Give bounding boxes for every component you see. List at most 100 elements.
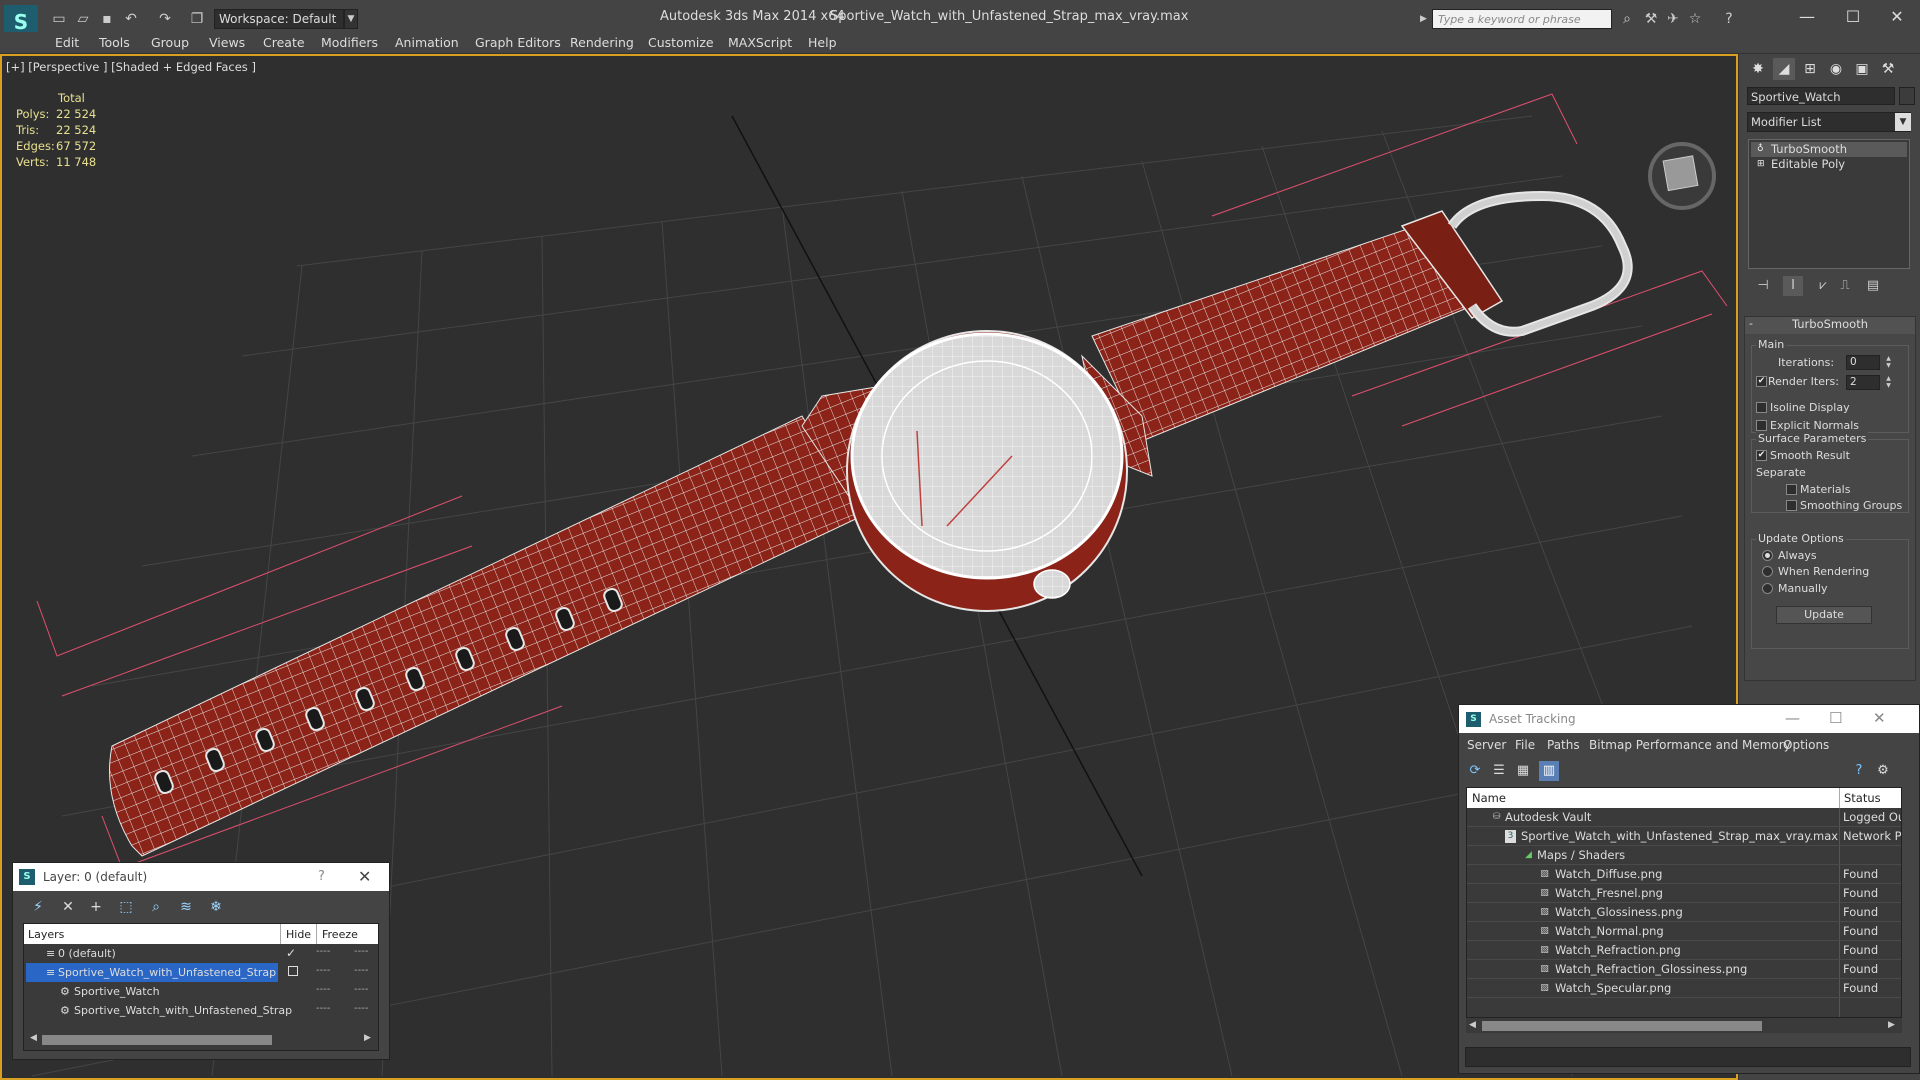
menu-graph-editors[interactable]: Graph Editors	[475, 35, 561, 50]
create-layer-icon[interactable]: ⚡	[27, 897, 49, 917]
refresh-icon[interactable]: ⟳	[1465, 761, 1485, 781]
make-unique-icon[interactable]: ⩗	[1813, 276, 1833, 296]
favorites-star-icon[interactable]: ☆	[1684, 9, 1706, 29]
collapse-icon[interactable]: -	[1749, 317, 1753, 330]
menu-customize[interactable]: Customize	[648, 35, 714, 50]
lightbulb-icon[interactable]: ♁	[1757, 144, 1766, 154]
asset-row[interactable]: 3 Sportive_Watch_with_Unfastened_Strap_m…	[1467, 827, 1901, 846]
isoline-display-checkbox[interactable]	[1756, 402, 1767, 413]
save-file-icon[interactable]: ▪	[96, 9, 118, 29]
layer-row[interactable]: ≡ Sportive_Watch_with_Unfastened_Strap -…	[24, 963, 378, 982]
maximize-icon[interactable]: ☐	[1830, 3, 1876, 31]
chevron-down-icon[interactable]: ▼	[1895, 113, 1911, 131]
when-rendering-radio[interactable]	[1762, 566, 1773, 577]
smooth-result-checkbox[interactable]: ✔	[1756, 450, 1767, 461]
scroll-left-icon[interactable]: ◀	[1469, 1020, 1476, 1030]
highlight-layer-icon[interactable]: ⌕	[145, 897, 167, 917]
rollout-header[interactable]: - TurboSmooth	[1745, 317, 1915, 334]
current-layer-box[interactable]	[288, 966, 298, 976]
asset-row[interactable]: ▧ Watch_Fresnel.png Found	[1467, 884, 1901, 903]
asset-row[interactable]: ▧ Watch_Refraction.png Found	[1467, 941, 1901, 960]
col-freeze[interactable]: Freeze	[322, 928, 358, 941]
communication-icon[interactable]: ✈	[1662, 9, 1684, 29]
layer-row[interactable]: ≡ 0 (default) ✓ ---- ----	[24, 944, 378, 963]
new-file-icon[interactable]: ▭	[48, 9, 70, 29]
scrollbar-thumb[interactable]	[1482, 1021, 1762, 1031]
scroll-right-icon[interactable]: ▶	[364, 1033, 371, 1043]
smoothing-groups-checkbox[interactable]	[1786, 500, 1797, 511]
menu-rendering[interactable]: Rendering	[570, 35, 634, 50]
col-name[interactable]: Name	[1472, 791, 1506, 805]
object-color-swatch[interactable]	[1899, 87, 1915, 105]
asset-row[interactable]: ▧ Watch_Specular.png Found	[1467, 979, 1901, 998]
delete-layer-icon[interactable]: ✕	[57, 897, 79, 917]
asset-menu-bitmap[interactable]: Bitmap Performance and Memory	[1589, 738, 1791, 752]
settings-icon[interactable]: ⚙	[1873, 761, 1893, 781]
always-radio[interactable]	[1762, 550, 1773, 561]
asset-row[interactable]: ⛁ Autodesk Vault Logged Out	[1467, 808, 1901, 827]
menu-maxscript[interactable]: MAXScript	[728, 35, 792, 50]
active-layer-check-icon[interactable]: ✓	[286, 946, 296, 960]
viewport-label[interactable]: [+] [Perspective ] [Shaded + Edged Faces…	[6, 60, 256, 74]
close-icon[interactable]: ✕	[1874, 3, 1920, 31]
open-file-icon[interactable]: ▱	[72, 9, 94, 29]
subscription-icon[interactable]: ⚒	[1640, 9, 1662, 29]
redo-icon[interactable]: ↷	[154, 9, 176, 29]
help-icon[interactable]: ?	[1718, 9, 1740, 29]
search-input[interactable]: Type a keyword or phrase	[1432, 9, 1612, 29]
display-tab-icon[interactable]: ▣	[1851, 58, 1873, 80]
pin-stack-icon[interactable]: ⊣	[1753, 276, 1773, 296]
object-name-field[interactable]: Sportive_Watch	[1747, 87, 1895, 105]
help-icon[interactable]: ?	[1849, 761, 1869, 781]
help-icon[interactable]: ?	[318, 869, 325, 884]
asset-row[interactable]: ▧ Watch_Normal.png Found	[1467, 922, 1901, 941]
col-hide[interactable]: Hide	[286, 928, 311, 941]
materials-checkbox[interactable]	[1786, 484, 1797, 495]
search-expand-icon[interactable]: ▶	[1420, 9, 1432, 29]
workspace-dropdown-arrow-icon[interactable]: ▼	[344, 9, 358, 29]
asset-menu-paths[interactable]: Paths	[1547, 738, 1580, 752]
create-tab-icon[interactable]: ✸	[1747, 58, 1769, 80]
spinner-arrows-icon[interactable]: ▲ ▼	[1884, 355, 1893, 370]
asset-menu-file[interactable]: File	[1515, 738, 1535, 752]
menu-help[interactable]: Help	[808, 35, 837, 50]
render-iters-checkbox[interactable]: ✔	[1756, 376, 1767, 387]
explicit-normals-checkbox[interactable]	[1756, 420, 1767, 431]
motion-tab-icon[interactable]: ◉	[1825, 58, 1847, 80]
menu-views[interactable]: Views	[209, 35, 245, 50]
modify-tab-icon[interactable]: ◢	[1773, 58, 1795, 80]
list-view-icon[interactable]: ☰	[1489, 761, 1509, 781]
modifier-list-dropdown[interactable]: Modifier List	[1747, 112, 1911, 132]
utilities-tab-icon[interactable]: ⚒	[1877, 58, 1899, 80]
iterations-spinner[interactable]: 0	[1846, 355, 1880, 370]
detail-view-icon[interactable]: ▦	[1513, 761, 1533, 781]
menu-edit[interactable]: Edit	[55, 35, 79, 50]
close-icon[interactable]: ✕	[1873, 709, 1886, 727]
asset-row[interactable]: ▧ Watch_Glossiness.png Found	[1467, 903, 1901, 922]
menu-animation[interactable]: Animation	[395, 35, 459, 50]
asset-path-field[interactable]	[1465, 1047, 1911, 1067]
asset-row[interactable]: ▧ Watch_Refraction_Glossiness.png Found	[1467, 960, 1901, 979]
scrollbar-thumb[interactable]	[42, 1035, 272, 1045]
show-end-result-icon[interactable]: Ⅰ	[1783, 276, 1803, 296]
configure-sets-icon[interactable]: ▤	[1863, 276, 1883, 296]
asset-horizontal-scrollbar[interactable]: ◀ ▶	[1466, 1017, 1902, 1033]
scroll-left-icon[interactable]: ◀	[30, 1033, 37, 1043]
menu-create[interactable]: Create	[263, 35, 305, 50]
minimize-icon[interactable]: —	[1785, 709, 1800, 727]
menu-group[interactable]: Group	[151, 35, 189, 50]
col-status[interactable]: Status	[1844, 791, 1881, 805]
expand-plus-icon[interactable]: ⊞	[1757, 159, 1766, 169]
table-view-icon[interactable]: ▥	[1539, 761, 1559, 781]
hide-layers-icon[interactable]: ≋	[175, 897, 197, 917]
binoculars-icon[interactable]: ⌕	[1616, 9, 1638, 29]
close-icon[interactable]: ✕	[358, 867, 371, 886]
undo-icon[interactable]: ↶	[120, 9, 142, 29]
asset-row[interactable]: ▧ Watch_Diffuse.png Found	[1467, 865, 1901, 884]
layer-horizontal-scrollbar[interactable]: ◀ ▶	[28, 1032, 374, 1048]
hold-icon[interactable]: ❐	[186, 9, 208, 29]
add-to-layer-icon[interactable]: +	[85, 897, 107, 917]
layer-dialog-title-bar[interactable]: S Layer: 0 (default) ? ✕	[13, 863, 389, 891]
render-iters-spinner[interactable]: 2	[1846, 375, 1880, 390]
menu-tools[interactable]: Tools	[99, 35, 130, 50]
